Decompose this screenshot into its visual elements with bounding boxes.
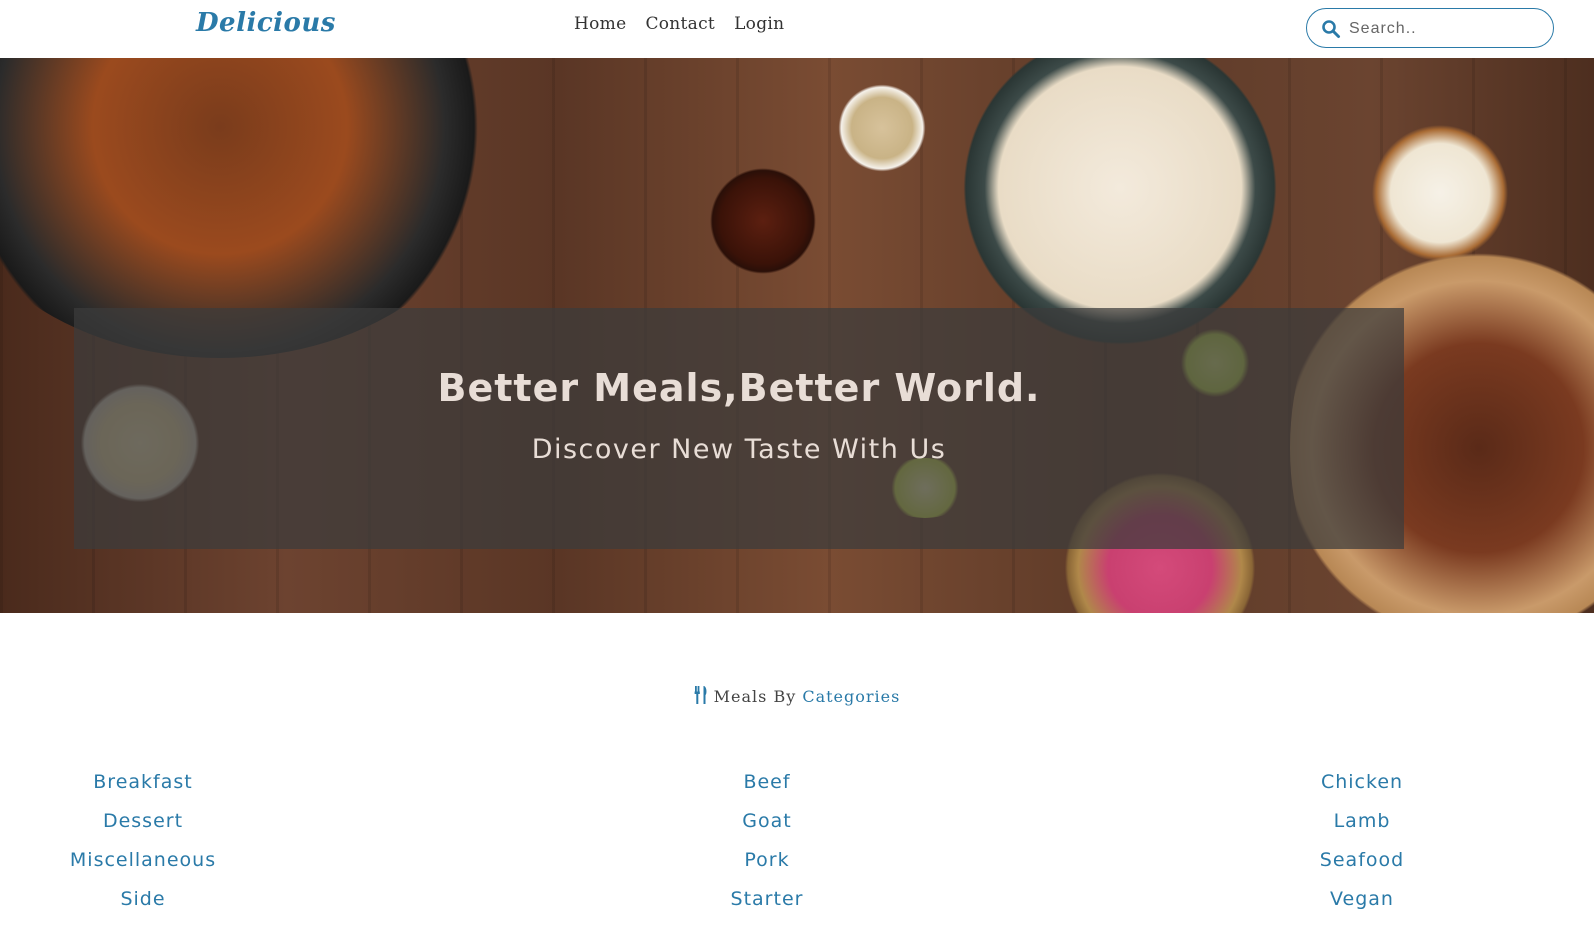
category-column-1: Breakfast Dessert Miscellaneous Side [0, 770, 293, 926]
brand-logo[interactable]: Delicious [196, 8, 336, 38]
hero-subtitle: Discover New Taste With Us [531, 434, 947, 465]
tortilla-plate-image [950, 58, 1290, 348]
hero-overlay: Better Meals,Better World. Discover New … [74, 308, 1404, 549]
search-input[interactable] [1347, 15, 1541, 43]
hero-title: Better Meals,Better World. [437, 366, 1041, 410]
category-link[interactable]: Goat [617, 809, 917, 848]
categories-heading-accent: Categories [802, 687, 901, 706]
category-link[interactable]: Chicken [1212, 770, 1512, 809]
category-link[interactable]: Seafood [1212, 848, 1512, 887]
hero-banner: Better Meals,Better World. Discover New … [0, 58, 1594, 613]
utensils-icon [694, 686, 707, 704]
nav-links: Home Contact Login [574, 14, 784, 34]
nav-home-link[interactable]: Home [574, 14, 626, 34]
nav-contact-link[interactable]: Contact [645, 14, 715, 34]
search-box [1306, 8, 1554, 48]
category-link[interactable]: Beef [617, 770, 917, 809]
pepper-bowl-image [834, 80, 930, 176]
category-link[interactable]: Lamb [1212, 809, 1512, 848]
category-link[interactable]: Breakfast [0, 770, 293, 809]
categories-heading: Meals By Categories [0, 686, 1594, 706]
search-icon[interactable] [1321, 19, 1341, 39]
category-link[interactable]: Pork [617, 848, 917, 887]
category-link[interactable]: Miscellaneous [0, 848, 293, 887]
drink-glass-image [708, 166, 818, 276]
category-column-3: Chicken Lamb Seafood Vegan [1212, 770, 1512, 926]
category-column-2: Beef Goat Pork Starter [617, 770, 917, 926]
navbar: Delicious Home Contact Login [0, 0, 1594, 58]
categories-heading-prefix: Meals By [713, 687, 797, 706]
category-link[interactable]: Dessert [0, 809, 293, 848]
nav-login-link[interactable]: Login [734, 14, 784, 34]
